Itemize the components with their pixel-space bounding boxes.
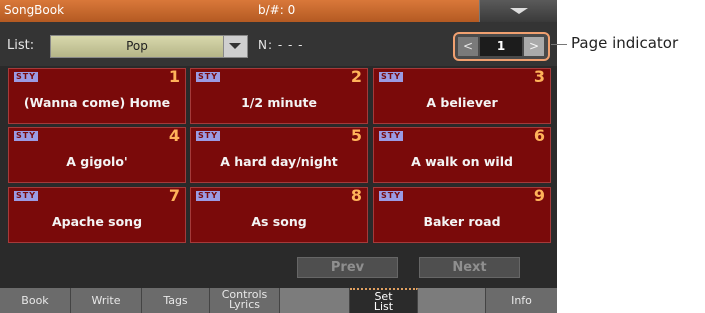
- songbook-screen: SongBook b/#: 0 List: Pop N: - - - < 1 >…: [0, 0, 557, 313]
- callout-leader-line: [551, 44, 567, 45]
- page-next-button[interactable]: >: [524, 37, 544, 56]
- style-tag: STY: [379, 191, 404, 201]
- list-dropdown-button[interactable]: [223, 35, 248, 58]
- song-card[interactable]: STY 4 A gigolo': [8, 126, 186, 183]
- tab-set-list[interactable]: Set List: [350, 288, 418, 313]
- page-number: 1: [480, 37, 522, 56]
- song-number: 1: [168, 67, 180, 86]
- page-prev-button[interactable]: <: [458, 37, 478, 56]
- n-counter: N: - - -: [258, 38, 304, 52]
- list-select-value: Pop: [126, 39, 148, 53]
- song-card[interactable]: STY 5 A hard day/night: [190, 126, 368, 183]
- song-card[interactable]: STY 1 (Wanna come) Home: [8, 67, 186, 124]
- song-card[interactable]: STY 6 A walk on wild: [373, 126, 551, 183]
- tab-write[interactable]: Write: [71, 288, 142, 313]
- song-number: 6: [533, 126, 545, 145]
- song-card[interactable]: STY 8 As song: [190, 186, 368, 243]
- song-name: As song: [251, 214, 307, 229]
- song-number: 3: [533, 67, 545, 86]
- next-page-button[interactable]: Next: [419, 257, 520, 278]
- song-name: A believer: [426, 95, 498, 110]
- tab-tags[interactable]: Tags: [142, 288, 210, 313]
- song-name: Apache song: [51, 214, 143, 229]
- tab-book[interactable]: Book: [0, 288, 71, 313]
- key-indicator: b/#: 0: [258, 3, 296, 17]
- song-name: Baker road: [423, 214, 501, 229]
- tab-info[interactable]: Info: [486, 288, 557, 313]
- tab-label-list: List: [373, 300, 394, 313]
- page-menu-button[interactable]: [479, 0, 557, 22]
- bottom-tab-bar: Book Write Tags Controls Lyrics Set List…: [0, 288, 557, 313]
- tab-label-lyrics: Lyrics: [229, 298, 260, 311]
- style-tag: STY: [14, 72, 39, 82]
- song-name: A walk on wild: [411, 154, 513, 169]
- chevron-down-icon: [510, 8, 528, 14]
- song-number: 8: [350, 186, 362, 205]
- style-tag: STY: [14, 131, 39, 141]
- song-number: 9: [533, 186, 545, 205]
- list-select[interactable]: Pop: [50, 35, 224, 58]
- tab-empty: [418, 288, 486, 313]
- song-card[interactable]: STY 2 1/2 minute: [190, 67, 368, 124]
- song-number: 5: [350, 126, 362, 145]
- page-title: SongBook: [4, 3, 65, 17]
- song-name: 1/2 minute: [241, 95, 317, 110]
- prev-page-button[interactable]: Prev: [297, 257, 398, 278]
- song-number: 7: [168, 186, 180, 205]
- page-indicator-callout: Page indicator: [571, 34, 679, 52]
- list-label: List:: [7, 38, 35, 53]
- title-bar: SongBook b/#: 0: [0, 0, 557, 22]
- tab-controls-lyrics[interactable]: Controls Lyrics: [210, 288, 280, 313]
- list-row: List: Pop N: - - - < 1 >: [0, 22, 557, 66]
- style-tag: STY: [379, 131, 404, 141]
- style-tag: STY: [196, 191, 221, 201]
- song-name: A hard day/night: [220, 154, 338, 169]
- song-name: (Wanna come) Home: [23, 95, 171, 110]
- song-number: 4: [168, 126, 180, 145]
- style-tag: STY: [196, 72, 221, 82]
- song-number: 2: [350, 67, 362, 86]
- tab-empty: [280, 288, 350, 313]
- song-card[interactable]: STY 3 A believer: [373, 67, 551, 124]
- song-card[interactable]: STY 9 Baker road: [373, 186, 551, 243]
- chevron-down-icon: [229, 43, 241, 49]
- song-card[interactable]: STY 7 Apache song: [8, 186, 186, 243]
- song-name: A gigolo': [66, 154, 128, 169]
- page-indicator: < 1 >: [453, 32, 550, 61]
- style-tag: STY: [196, 131, 221, 141]
- style-tag: STY: [379, 72, 404, 82]
- style-tag: STY: [14, 191, 39, 201]
